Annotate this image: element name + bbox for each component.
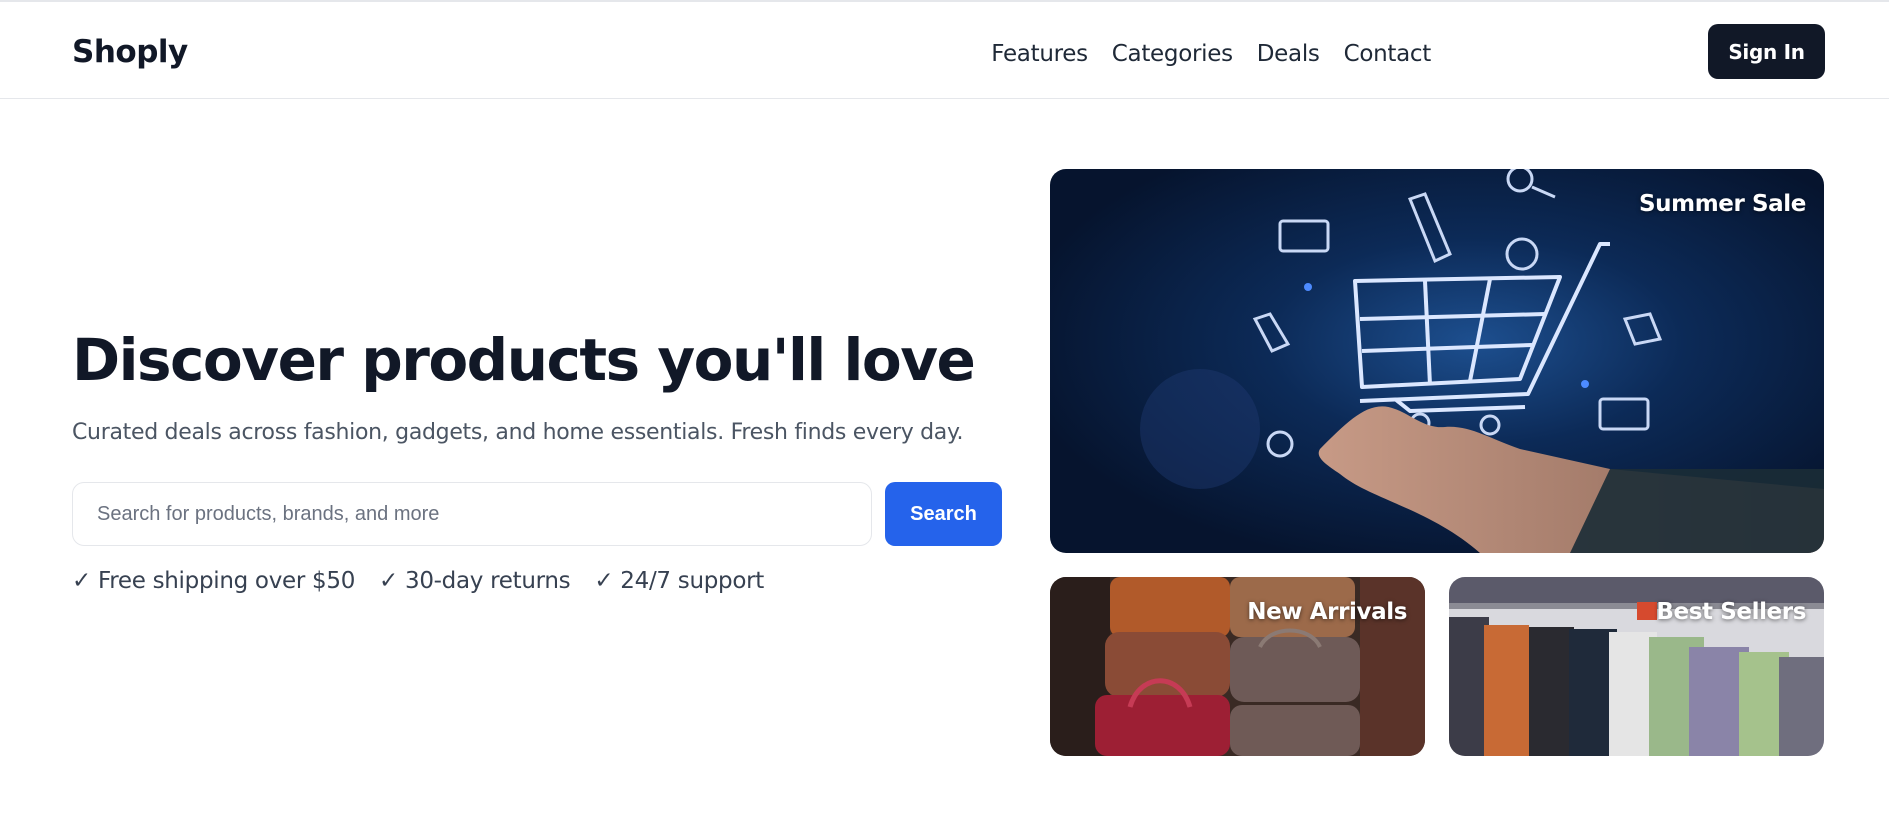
- sign-in-button[interactable]: Sign In: [1708, 24, 1825, 79]
- nav-link-deals[interactable]: Deals: [1257, 41, 1320, 67]
- card-label-best-sellers: Best Sellers: [1656, 599, 1806, 625]
- shopping-cart-hand-image: [1050, 169, 1824, 553]
- site-header: Shoply Features Categories Deals Contact…: [0, 2, 1889, 99]
- nav-link-contact[interactable]: Contact: [1344, 41, 1432, 67]
- perk-support: ✓ 24/7 support: [594, 568, 764, 594]
- search-input[interactable]: [73, 483, 871, 545]
- nav-link-features[interactable]: Features: [991, 41, 1088, 67]
- search-box: [72, 482, 872, 546]
- main-nav: Features Categories Deals Contact: [991, 41, 1431, 67]
- card-label-summer-sale: Summer Sale: [1639, 191, 1806, 217]
- perks-list: ✓ Free shipping over $50 ✓ 30-day return…: [72, 568, 764, 594]
- perk-free-shipping: ✓ Free shipping over $50: [72, 568, 356, 594]
- hero-subtitle: Curated deals across fashion, gadgets, a…: [72, 420, 964, 445]
- perk-returns: ✓ 30-day returns: [379, 568, 571, 594]
- card-label-new-arrivals: New Arrivals: [1247, 599, 1407, 625]
- new-arrivals-card[interactable]: New Arrivals: [1050, 577, 1425, 756]
- nav-link-categories[interactable]: Categories: [1112, 41, 1233, 67]
- search-button[interactable]: Search: [885, 482, 1002, 546]
- best-sellers-card[interactable]: Best Sellers: [1449, 577, 1824, 756]
- hero-title: Discover products you'll love: [72, 326, 976, 394]
- summer-sale-card[interactable]: Summer Sale: [1050, 169, 1824, 553]
- logo[interactable]: Shoply: [72, 34, 188, 70]
